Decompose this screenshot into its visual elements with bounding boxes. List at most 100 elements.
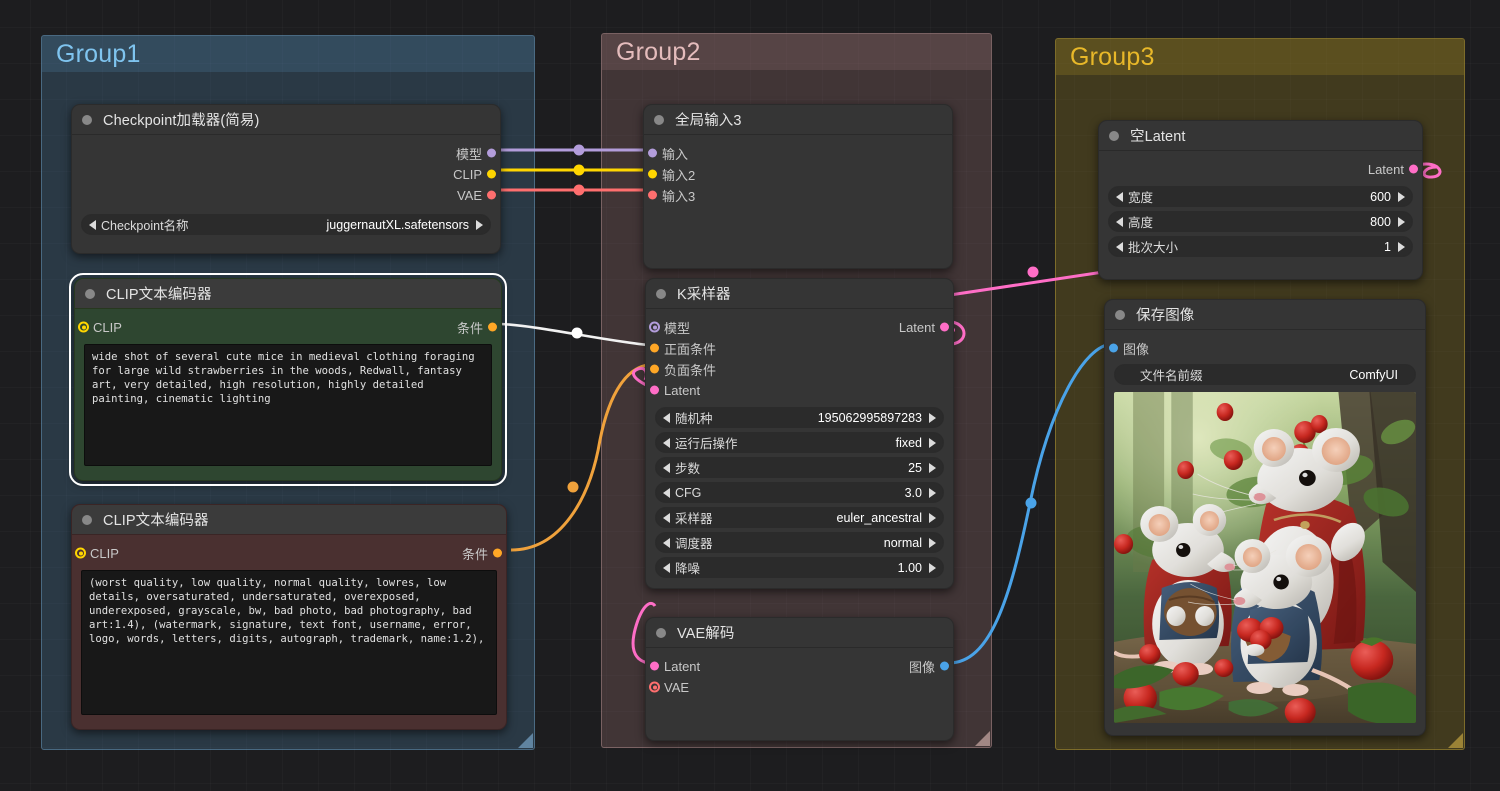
increment-arrow-icon[interactable] (929, 487, 936, 498)
collapse-dot-icon[interactable] (656, 627, 666, 638)
input-slot-latent[interactable]: Latent (646, 380, 953, 400)
node-header[interactable]: 保存图像 (1105, 300, 1425, 330)
widget-cfg[interactable]: CFG 3.0 (655, 482, 944, 503)
output-dot-conditioning[interactable] (493, 548, 502, 558)
node-ksampler[interactable]: K采样器 模型 Latent 正面条件 负面条件 Latent 随机种 1950… (645, 278, 954, 589)
input-dot-latent[interactable] (650, 661, 659, 671)
increment-arrow-icon[interactable] (1398, 191, 1405, 202)
node-header[interactable]: K采样器 (646, 279, 953, 309)
group-resize-handle[interactable] (518, 733, 533, 748)
increment-arrow-icon[interactable] (1398, 241, 1405, 252)
collapse-dot-icon[interactable] (656, 288, 666, 299)
widget-steps[interactable]: 步数 25 (655, 457, 944, 478)
increment-arrow-icon[interactable] (1398, 216, 1405, 227)
node-header[interactable]: Checkpoint加载器(简易) (72, 105, 500, 135)
decrement-arrow-icon[interactable] (1116, 216, 1123, 227)
node-global-input[interactable]: 全局输入3 输入 输入2 输入3 (643, 104, 953, 269)
widget-seed[interactable]: 随机种 195062995897283 (655, 407, 944, 428)
node-header[interactable]: CLIP文本编码器 (75, 279, 501, 309)
output-slot-vae[interactable]: VAE (72, 185, 500, 205)
input-dot-clip[interactable] (78, 321, 89, 333)
increment-arrow-icon[interactable] (929, 512, 936, 523)
input-slot-negative[interactable]: 负面条件 (646, 359, 953, 379)
collapse-dot-icon[interactable] (654, 114, 664, 125)
decrement-arrow-icon[interactable] (1116, 241, 1123, 252)
node-clip-text-encode-positive[interactable]: CLIP文本编码器 CLIP 条件 wide shot of several c… (69, 273, 507, 486)
input-slot-clip[interactable]: CLIP 条件 (72, 543, 506, 563)
output-dot-latent[interactable] (1409, 164, 1418, 174)
input-slot-3[interactable]: 输入3 (644, 185, 952, 205)
input-dot-positive[interactable] (650, 343, 659, 353)
increment-arrow-icon[interactable] (929, 412, 936, 423)
widget-checkpoint-name[interactable]: Checkpoint名称 juggernautXL.safetensors (81, 214, 491, 235)
widget-denoise[interactable]: 降噪 1.00 (655, 557, 944, 578)
input-dot-model[interactable] (649, 321, 660, 333)
input-dot-clip[interactable] (75, 547, 86, 559)
output-slot-model[interactable]: 模型 (72, 143, 500, 163)
node-clip-text-encode-negative[interactable]: CLIP文本编码器 CLIP 条件 (worst quality, low qu… (71, 504, 507, 730)
input-dot-vae[interactable] (649, 681, 660, 693)
input-dot-1[interactable] (648, 148, 657, 158)
decrement-arrow-icon[interactable] (663, 512, 670, 523)
decrement-arrow-icon[interactable] (663, 487, 670, 498)
group-title-group2[interactable]: Group2 (602, 34, 991, 70)
prompt-textarea-positive[interactable]: wide shot of several cute mice in mediev… (84, 344, 492, 466)
collapse-dot-icon[interactable] (82, 114, 92, 125)
widget-batch-size[interactable]: 批次大小 1 (1108, 236, 1413, 257)
increment-arrow-icon[interactable] (929, 437, 936, 448)
increment-arrow-icon[interactable] (929, 462, 936, 473)
input-slot-2[interactable]: 输入2 (644, 164, 952, 184)
node-header[interactable]: CLIP文本编码器 (72, 505, 506, 535)
node-save-image[interactable]: 保存图像 图像 文件名前缀 ComfyUI (1104, 299, 1426, 736)
input-slot-model[interactable]: 模型 Latent (646, 317, 953, 337)
output-dot-vae[interactable] (487, 190, 496, 200)
decrement-arrow-icon[interactable] (663, 562, 670, 573)
widget-sampler-name[interactable]: 采样器 euler_ancestral (655, 507, 944, 528)
decrement-arrow-icon[interactable] (1116, 191, 1123, 202)
node-header[interactable]: 空Latent (1099, 121, 1422, 151)
input-slot-vae[interactable]: VAE (646, 677, 953, 697)
input-dot-2[interactable] (648, 169, 657, 179)
input-slot-image[interactable]: 图像 (1105, 338, 1425, 358)
decrement-arrow-icon[interactable] (663, 462, 670, 473)
widget-control-after-generate[interactable]: 运行后操作 fixed (655, 432, 944, 453)
output-dot-conditioning[interactable] (488, 322, 497, 332)
input-dot-3[interactable] (648, 190, 657, 200)
collapse-dot-icon[interactable] (1115, 309, 1125, 320)
node-empty-latent-image[interactable]: 空Latent Latent 宽度 600 高度 800 批次大小 1 (1098, 120, 1423, 280)
node-checkpoint-loader[interactable]: Checkpoint加载器(简易) 模型 CLIP VAE Checkpoint… (71, 104, 501, 254)
output-dot-latent[interactable] (940, 322, 949, 332)
image-preview[interactable] (1114, 392, 1416, 723)
node-header[interactable]: 全局输入3 (644, 105, 952, 135)
widget-scheduler[interactable]: 调度器 normal (655, 532, 944, 553)
node-header[interactable]: VAE解码 (646, 618, 953, 648)
output-dot-clip[interactable] (487, 169, 496, 179)
group-title-group3[interactable]: Group3 (1056, 39, 1464, 75)
comfyui-canvas[interactable]: Group1 Group2 Group3 Checkpoint加载器(简易) 模… (0, 0, 1500, 791)
input-slot-1[interactable]: 输入 (644, 143, 952, 163)
input-slot-positive[interactable]: 正面条件 (646, 338, 953, 358)
collapse-dot-icon[interactable] (1109, 130, 1119, 141)
widget-height[interactable]: 高度 800 (1108, 211, 1413, 232)
group-resize-handle[interactable] (1448, 733, 1463, 748)
increment-arrow-icon[interactable] (476, 219, 483, 230)
increment-arrow-icon[interactable] (929, 537, 936, 548)
output-slot-clip[interactable]: CLIP (72, 164, 500, 184)
decrement-arrow-icon[interactable] (663, 537, 670, 548)
collapse-dot-icon[interactable] (85, 288, 95, 299)
widget-filename-prefix[interactable]: 文件名前缀 ComfyUI (1114, 364, 1416, 385)
input-slot-clip[interactable]: CLIP 条件 (75, 317, 501, 337)
prompt-textarea-negative[interactable]: (worst quality, low quality, normal qual… (81, 570, 497, 715)
output-dot-image[interactable] (940, 661, 949, 671)
input-dot-latent[interactable] (650, 385, 659, 395)
output-slot-latent[interactable]: Latent (1099, 159, 1422, 179)
widget-width[interactable]: 宽度 600 (1108, 186, 1413, 207)
decrement-arrow-icon[interactable] (663, 437, 670, 448)
group-resize-handle[interactable] (975, 731, 990, 746)
collapse-dot-icon[interactable] (82, 514, 92, 525)
input-slot-latent[interactable]: Latent 图像 (646, 656, 953, 676)
input-dot-image[interactable] (1109, 343, 1118, 353)
decrement-arrow-icon[interactable] (89, 219, 96, 230)
input-dot-negative[interactable] (650, 364, 659, 374)
increment-arrow-icon[interactable] (929, 562, 936, 573)
